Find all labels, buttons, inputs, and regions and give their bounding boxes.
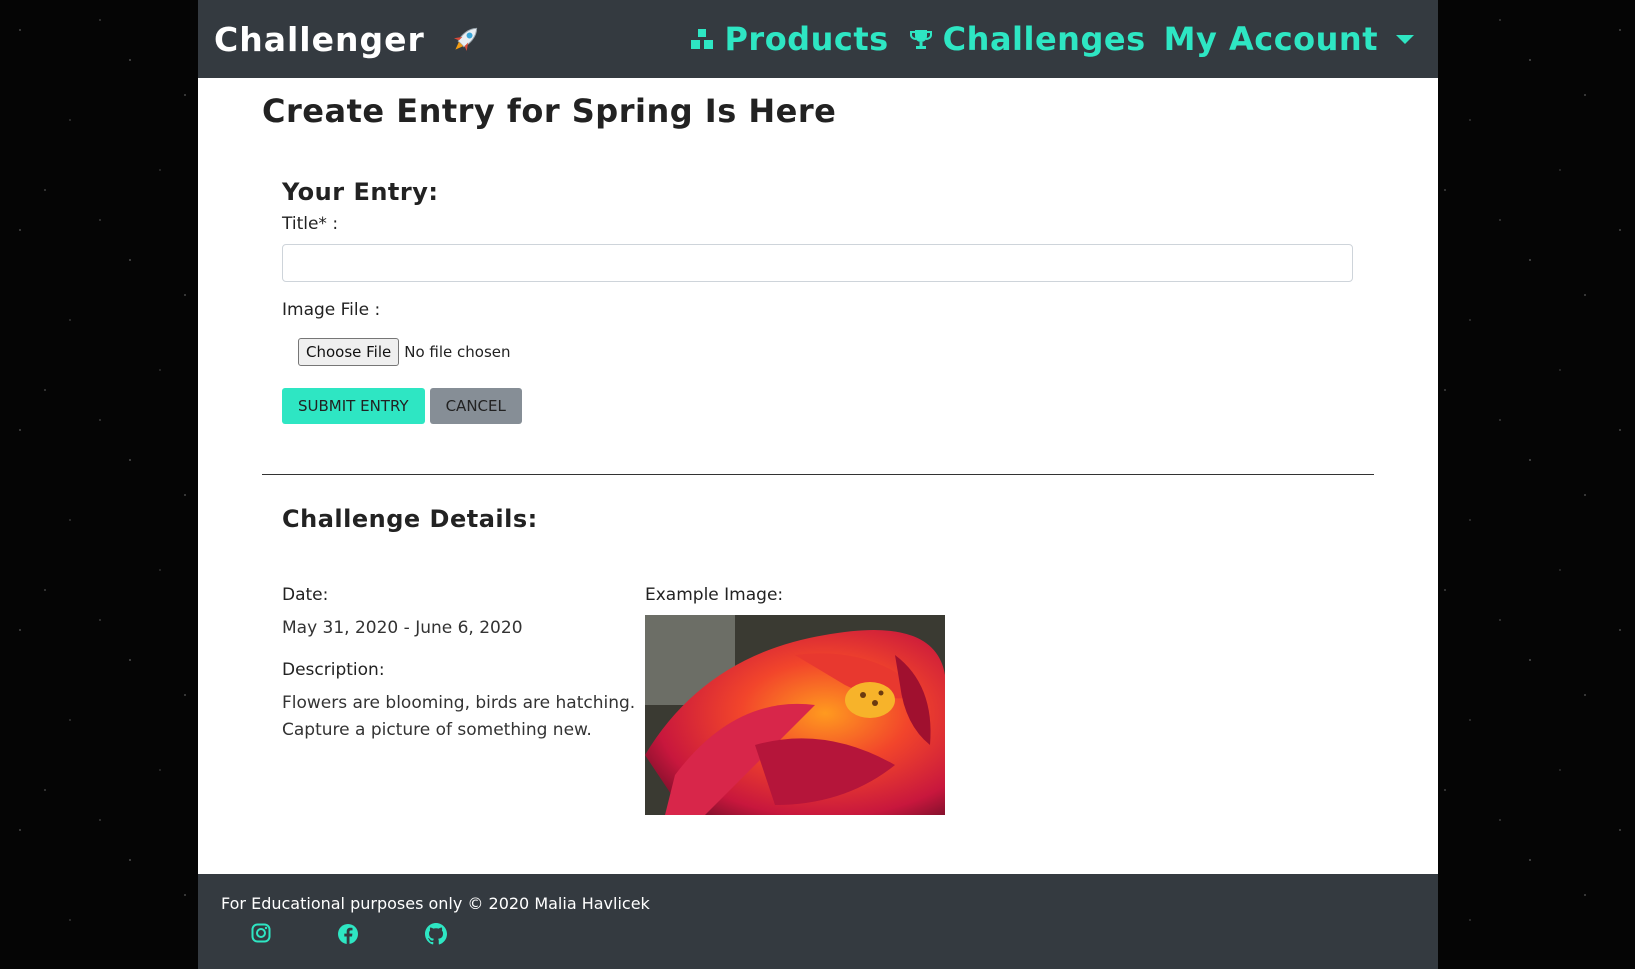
nav-challenges-label: Challenges	[942, 20, 1146, 58]
details-grid: Date: May 31, 2020 - June 6, 2020 Descri…	[282, 585, 1354, 815]
title-label: Title* :	[282, 214, 339, 234]
main-content: Create Entry for Spring Is Here Your Ent…	[198, 78, 1438, 815]
boxes-icon	[690, 28, 714, 50]
details-heading: Challenge Details:	[282, 505, 538, 533]
details-text: Date: May 31, 2020 - June 6, 2020 Descri…	[282, 585, 645, 815]
brand-link[interactable]: Challenger	[214, 20, 483, 59]
github-icon[interactable]	[425, 923, 447, 945]
social-links	[251, 923, 1438, 945]
file-input: Choose File No file chosen	[298, 338, 1354, 366]
nav-products[interactable]: Products	[690, 20, 888, 58]
example-image-label: Example Image:	[645, 585, 784, 605]
nav-products-label: Products	[724, 20, 889, 58]
cancel-button[interactable]: Cancel	[429, 388, 522, 424]
instagram-icon[interactable]	[251, 923, 271, 945]
image-file-label: Image File :	[282, 300, 381, 320]
divider	[262, 474, 1374, 475]
file-status: No file chosen	[404, 343, 511, 361]
brand-name: Challenger	[214, 19, 425, 59]
description-value: Flowers are blooming, birds are hatching…	[282, 693, 636, 740]
footer: For Educational purposes only © 2020 Mal…	[198, 874, 1438, 969]
title-input[interactable]	[282, 244, 1353, 282]
date-label: Date:	[282, 585, 329, 605]
choose-file-button[interactable]: Choose File	[298, 338, 400, 366]
form-actions: Submit Entry Cancel	[282, 388, 1354, 424]
nav-menu: Products Challenges My Account	[670, 20, 1422, 58]
entry-heading: Your Entry:	[282, 178, 439, 206]
date-value: May 31, 2020 - June 6, 2020	[282, 618, 523, 638]
chevron-down-icon	[1396, 34, 1414, 44]
example-image	[645, 615, 945, 815]
entry-form: Your Entry: Title* : Image File : Choose…	[262, 178, 1374, 424]
page-container: Challenger Products Challenges My Accoun…	[198, 0, 1438, 969]
page-title: Create Entry for Spring Is Here	[262, 92, 837, 130]
facebook-icon[interactable]	[337, 923, 359, 945]
footer-text: For Educational purposes only © 2020 Mal…	[221, 894, 650, 913]
nav-my-account-label: My Account	[1163, 20, 1378, 58]
navbar: Challenger Products Challenges My Accoun…	[198, 0, 1438, 78]
submit-entry-button[interactable]: Submit Entry	[282, 388, 425, 424]
trophy-icon	[909, 27, 933, 51]
rocket-icon	[449, 22, 483, 56]
description-label: Description:	[282, 660, 385, 680]
nav-challenges[interactable]: Challenges	[909, 20, 1146, 58]
nav-my-account[interactable]: My Account	[1164, 20, 1422, 58]
example-image-column: Example Image:	[645, 585, 945, 815]
challenge-details: Challenge Details: Date: May 31, 2020 - …	[262, 505, 1374, 815]
